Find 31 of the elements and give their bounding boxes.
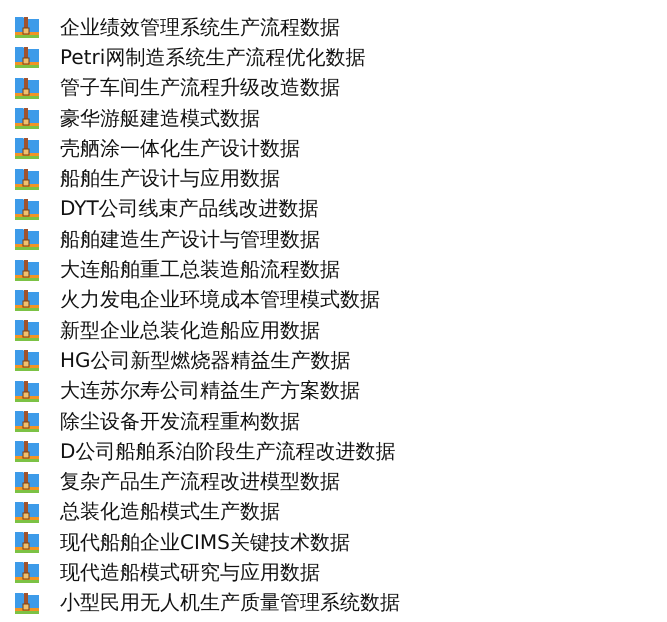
file-name[interactable]: 豪华游艇建造模式数据 xyxy=(60,104,260,132)
file-name[interactable]: D公司船舶系泊阶段生产流程改进数据 xyxy=(60,438,396,465)
archive-folder-icon xyxy=(14,529,40,556)
archive-folder-icon xyxy=(14,105,40,132)
file-name[interactable]: 火力发电企业环境成本管理模式数据 xyxy=(60,286,380,314)
file-name[interactable]: 除尘设备开发流程重构数据 xyxy=(60,408,300,434)
archive-folder-icon xyxy=(14,559,40,586)
file-name[interactable]: 船舶建造生产设计与管理数据 xyxy=(60,226,320,253)
archive-folder-icon xyxy=(14,226,40,252)
file-name[interactable]: DYT公司线束产品线改进数据 xyxy=(60,195,319,222)
archive-folder-icon xyxy=(14,44,40,70)
file-name[interactable]: 总装化造船模式生产数据 xyxy=(60,498,280,526)
file-name[interactable]: 新型企业总装化造船应用数据 xyxy=(60,316,320,344)
file-name[interactable]: 壳舾涂一体化生产设计数据 xyxy=(60,134,300,162)
file-name[interactable]: 企业绩效管理系统生产流程数据 xyxy=(60,14,340,41)
file-name[interactable]: 小型民用无人机生产质量管理系统数据 xyxy=(60,589,400,616)
archive-folder-icon xyxy=(14,135,40,162)
file-name[interactable]: 现代造船模式研究与应用数据 xyxy=(60,558,320,586)
archive-folder-icon xyxy=(14,347,40,374)
archive-folder-icon xyxy=(14,408,40,434)
file-name[interactable]: 船舶生产设计与应用数据 xyxy=(60,165,280,192)
file-name[interactable]: 现代船舶企业CIMS关键技术数据 xyxy=(60,528,350,556)
file-name[interactable]: 管子车间生产流程升级改造数据 xyxy=(60,74,340,102)
file-name[interactable]: Petri网制造系统生产流程优化数据 xyxy=(60,44,366,71)
archive-folder-icon xyxy=(14,14,40,40)
archive-folder-icon xyxy=(14,438,40,464)
file-name[interactable]: 大连船舶重工总装造船流程数据 xyxy=(60,256,340,284)
file-name[interactable]: HG公司新型燃烧器精益生产数据 xyxy=(60,346,351,374)
archive-folder-icon xyxy=(14,317,40,344)
file-name[interactable]: 大连苏尔寿公司精益生产方案数据 xyxy=(60,377,360,404)
file-name[interactable]: 复杂产品生产流程改进模型数据 xyxy=(60,468,340,496)
